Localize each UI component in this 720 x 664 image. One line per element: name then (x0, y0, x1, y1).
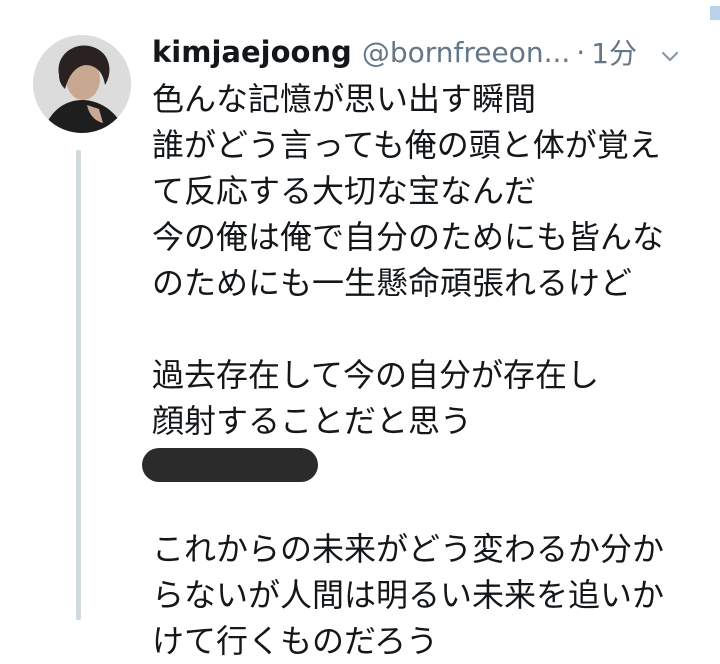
tweet-text-line: 色んな記憶が思い出す瞬間 (152, 80, 537, 118)
tweet-text-line: 誰がどう言っても俺の頭と体が覚え (152, 126, 661, 164)
tweet-text-line: 過去存在して今の自分が存在し (152, 356, 600, 394)
tweet-text-line: これからの未来がどう変わるか分か (152, 530, 665, 568)
tweet[interactable]: kimjaejoong @bornfreeon... · 1分 色んな記憶が思い… (0, 0, 720, 663)
tweet-text-line: て反応する大切な宝なんだ (152, 172, 537, 210)
timestamp[interactable]: 1分 (591, 32, 637, 72)
tweet-text: 色んな記憶が思い出す瞬間 誰がどう言っても俺の頭と体が覚え て反応する大切な宝な… (142, 76, 712, 664)
tweet-text-line: けて行くものだろう (152, 622, 439, 660)
thread-line (76, 150, 81, 620)
avatar[interactable] (33, 35, 131, 133)
tweet-text-line: 今の俺は俺で自分のためにも皆んな (152, 218, 665, 256)
tweet-text-line: 顔射することだと思う (152, 402, 473, 440)
redacted-row (142, 444, 712, 490)
avatar-image (33, 35, 131, 133)
chevron-down-icon[interactable] (659, 41, 681, 63)
user-handle[interactable]: @bornfreeon... (362, 36, 570, 69)
redaction-bar (142, 448, 318, 482)
corner-indicator (710, 6, 720, 20)
separator-dot: · (576, 35, 586, 69)
tweet-header: kimjaejoong @bornfreeon... · 1分 (152, 30, 712, 74)
display-name[interactable]: kimjaejoong (152, 35, 352, 69)
tweet-text-line: らないが人間は明るい未来を追いか (152, 576, 665, 614)
tweet-text-line: のためにも一生懸命頑張れるけど (152, 264, 633, 302)
